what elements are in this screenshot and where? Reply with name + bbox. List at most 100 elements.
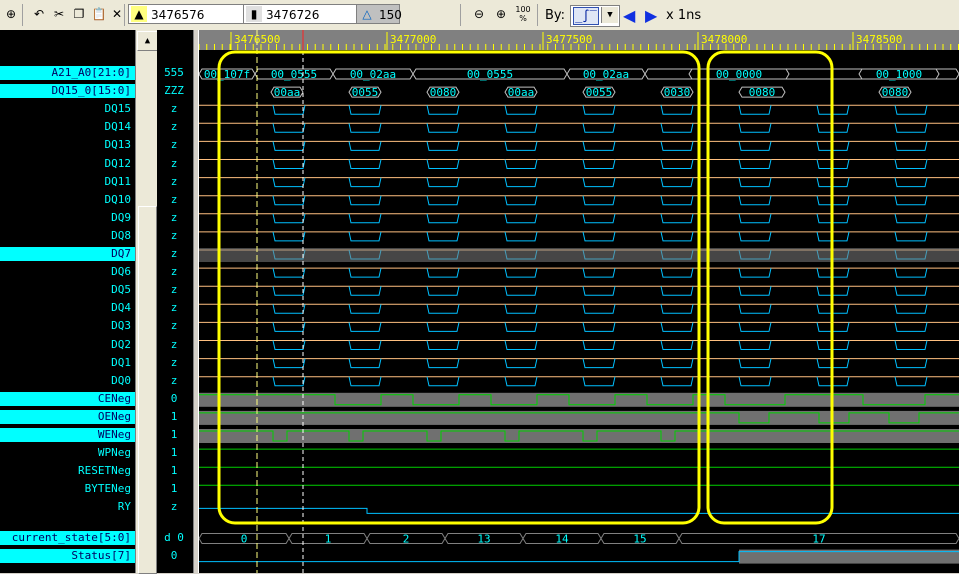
bus-value-label: 0080 <box>430 86 457 99</box>
bus-value-label: 1 <box>325 533 332 546</box>
signal-name[interactable]: DQ5 <box>0 283 135 297</box>
chevron-down-icon[interactable]: ▼ <box>601 7 618 23</box>
scale-label: x 1ns <box>666 8 702 23</box>
bus-value-label: 17 <box>812 533 825 546</box>
ruler-tick-label: 3478000 <box>701 33 747 46</box>
signal-name[interactable]: OENeg <box>0 409 135 424</box>
signal-name[interactable]: DQ11 <box>0 175 135 189</box>
signal-value: z <box>170 500 178 514</box>
arrow-right-icon[interactable]: ▶ <box>645 6 657 25</box>
signal-name[interactable]: BYTENeg <box>0 482 135 496</box>
signal-values-panel: 555 ZZZ z z z z z z z z z z z z z z z z 0 1 1 1 1 1 z d 00 <box>157 30 193 573</box>
bus-value-label: 00_02aa <box>583 68 629 81</box>
zoom-in-icon[interactable]: ⊕ <box>492 5 510 23</box>
toolbar-separator <box>537 4 538 26</box>
signal-name[interactable]: DQ15_0[15:0] <box>0 84 135 99</box>
vertical-scrollbar[interactable]: ▲ <box>135 30 158 574</box>
delta-icon: △ <box>362 7 372 21</box>
cursor1-value: 3476576 <box>151 8 205 22</box>
scroll-thumb[interactable] <box>138 206 157 574</box>
time-ruler: 3476500 3477000 3477500 3478000 3478500 <box>199 30 959 50</box>
signal-value: 1 <box>170 428 178 441</box>
undo-icon[interactable]: ↶ <box>30 5 48 23</box>
signal-names-panel: A21_A0[21:0] DQ15_0[15:0] DQ15 DQ14 DQ13 DQ12… <box>0 30 135 573</box>
signal-name[interactable]: WENeg <box>0 428 135 442</box>
bus-value-label: 0055 <box>352 86 379 99</box>
bus-value-label: 0055 <box>586 86 613 99</box>
signal-value: z <box>170 337 178 351</box>
signal-name[interactable]: DQ3 <box>0 319 135 333</box>
bus-value-label: 14 <box>555 533 569 546</box>
cursor2-field[interactable]: ▮ 3476726 <box>243 4 363 24</box>
signal-value: 1 <box>170 446 178 460</box>
signal-name[interactable]: DQ1 <box>0 356 135 370</box>
signal-value: z <box>170 283 178 297</box>
signal-name[interactable]: WPNeg <box>0 446 135 460</box>
bus-value-label: 0080 <box>882 86 909 99</box>
signal-value: z <box>170 174 178 188</box>
marker-icon: ▮ <box>246 6 262 22</box>
zoom-out-icon[interactable]: ⊖ <box>470 5 488 23</box>
signal-name[interactable]: DQ4 <box>0 301 135 315</box>
cursor2-value: 3476726 <box>266 8 320 22</box>
signal-name[interactable]: DQ14 <box>0 120 135 134</box>
edge-select[interactable]: _∫‾ ▼ <box>570 5 620 27</box>
arrow-left-icon[interactable]: ◀ <box>623 6 635 25</box>
signal-value: z <box>170 247 178 260</box>
signal-value: z <box>170 373 178 387</box>
signal-name[interactable]: current_state[5:0] <box>0 530 135 545</box>
signal-name[interactable]: DQ2 <box>0 338 135 352</box>
signal-value: z <box>170 156 178 170</box>
bus-value-label: 0080 <box>749 86 776 99</box>
bus-value-label: 00aa <box>508 86 535 99</box>
bus-value-label: 00_107f <box>204 68 250 81</box>
signal-name[interactable]: DQ9 <box>0 211 135 225</box>
signal-name[interactable]: CENeg <box>0 391 135 406</box>
signal-name[interactable]: A21_A0[21:0] <box>0 66 135 80</box>
signal-name[interactable]: Status[7] <box>0 548 135 563</box>
zoom-100-icon[interactable]: 100% <box>514 5 532 23</box>
signal-value: z <box>170 120 178 134</box>
ruler-tick-label: 3477500 <box>546 33 592 46</box>
cursor1-field[interactable]: ▲ 3476576 <box>128 4 248 24</box>
toolbar-separator <box>460 4 461 26</box>
signal-name[interactable]: DQ12 <box>0 157 135 171</box>
signal-value: z <box>170 301 178 315</box>
bus-value-label: 00_0000 <box>716 68 762 81</box>
toolbar-separator <box>124 4 125 26</box>
new-file-icon[interactable]: ⊕ <box>2 5 20 23</box>
waveform-view[interactable]: 3476500 3477000 3477500 3478000 3478500 00_1… <box>199 30 959 573</box>
signal-value: 1 <box>170 482 178 496</box>
ruler-tick-label: 3478500 <box>856 33 902 46</box>
signal-value: d 0 <box>164 530 184 544</box>
bus-value-label: 00_1000 <box>876 68 922 81</box>
signal-name[interactable]: DQ8 <box>0 229 135 243</box>
signal-name[interactable]: DQ10 <box>0 193 135 207</box>
delta-value: 150 <box>379 8 402 22</box>
signal-value: 0 <box>170 391 178 405</box>
signal-name[interactable]: DQ6 <box>0 265 135 279</box>
cut-icon[interactable]: ✂ <box>50 5 68 23</box>
signal-name[interactable]: RESETNeg <box>0 464 135 478</box>
signal-name[interactable]: DQ0 <box>0 374 135 388</box>
signal-name[interactable]: RY <box>0 500 135 514</box>
signal-value: 1 <box>170 409 178 423</box>
signal-name[interactable]: DQ15 <box>0 102 135 116</box>
selected-row-band <box>199 248 959 262</box>
bus-value-label: 15 <box>633 533 646 546</box>
signal-value: z <box>170 319 178 333</box>
signal-value: 555 <box>164 66 184 79</box>
pointer-icon: ▲ <box>131 6 147 22</box>
delta-field[interactable]: △ 150 <box>356 4 402 24</box>
scroll-up-icon[interactable]: ▲ <box>137 31 158 51</box>
signal-value: z <box>170 210 178 224</box>
bus-value-label: 00aa <box>274 86 301 99</box>
signal-name[interactable]: DQ7 <box>0 247 135 261</box>
copy-icon[interactable]: ❐ <box>70 5 88 23</box>
signal-name[interactable]: DQ13 <box>0 138 135 152</box>
bus-value-label: 00_0555 <box>467 68 513 81</box>
paste-icon[interactable]: 📋 <box>90 5 108 23</box>
signal-value: z <box>170 228 178 242</box>
by-label: By: <box>545 8 566 23</box>
bus-value-label: 00_02aa <box>350 68 396 81</box>
